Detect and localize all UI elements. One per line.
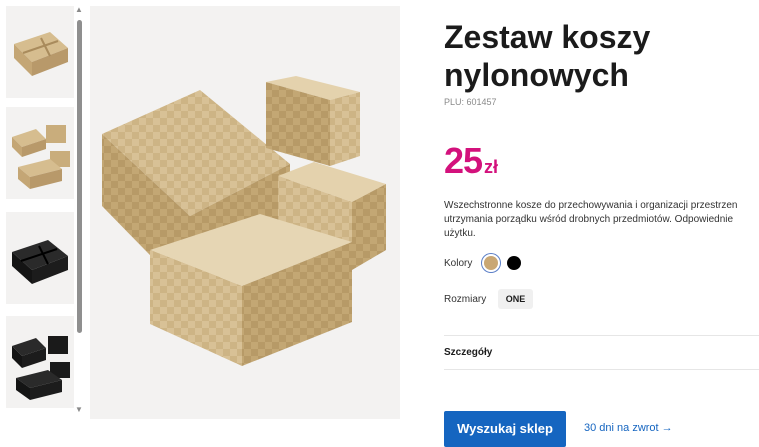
product-info-panel: Zestaw koszy nylonowych PLU: 601457 25 zł… bbox=[444, 0, 759, 447]
size-option-one[interactable]: ONE bbox=[498, 289, 533, 309]
thumbnail-black-top[interactable] bbox=[6, 212, 74, 304]
scroll-up-arrow-icon[interactable]: ▲ bbox=[75, 6, 83, 14]
colors-label: Kolory bbox=[444, 258, 473, 269]
product-description: Wszechstronne kosze do przechowywania i … bbox=[444, 199, 759, 241]
scroll-down-arrow-icon[interactable]: ▼ bbox=[75, 406, 83, 414]
thumbnail-gallery: ▲ ▼ bbox=[0, 0, 86, 443]
price-currency: zł bbox=[484, 157, 499, 177]
description-line: Wszechstronne kosze do przechowywania i … bbox=[444, 200, 738, 211]
price-amount: 25 bbox=[444, 140, 483, 181]
sizes-label: Rozmiary bbox=[444, 294, 487, 305]
gallery-scrollbar[interactable]: ▲ ▼ bbox=[75, 6, 83, 418]
returns-link[interactable]: 30 dni na zwrot → bbox=[584, 422, 673, 434]
find-store-button[interactable]: Wyszukaj sklep bbox=[444, 411, 566, 447]
thumbnail-black-stacked[interactable] bbox=[6, 316, 74, 408]
thumbnail-gold-stacked[interactable] bbox=[6, 107, 74, 199]
product-title: Zestaw koszy nylonowych bbox=[444, 19, 651, 93]
main-product-image[interactable] bbox=[90, 6, 400, 419]
color-swatch-black[interactable] bbox=[507, 256, 521, 270]
description-line: użytku. bbox=[444, 228, 476, 239]
color-swatch-gold[interactable] bbox=[484, 256, 498, 270]
divider bbox=[444, 369, 759, 370]
product-plu: PLU: 601457 bbox=[444, 97, 497, 107]
details-accordion[interactable]: Szczegóły bbox=[444, 347, 492, 358]
product-price: 25 zł bbox=[444, 140, 498, 182]
divider bbox=[444, 335, 759, 336]
description-line: utrzymania porządku wśród drobnych przed… bbox=[444, 214, 734, 225]
scrollbar-thumb[interactable] bbox=[77, 20, 82, 333]
thumbnail-gold-top[interactable] bbox=[6, 6, 74, 98]
